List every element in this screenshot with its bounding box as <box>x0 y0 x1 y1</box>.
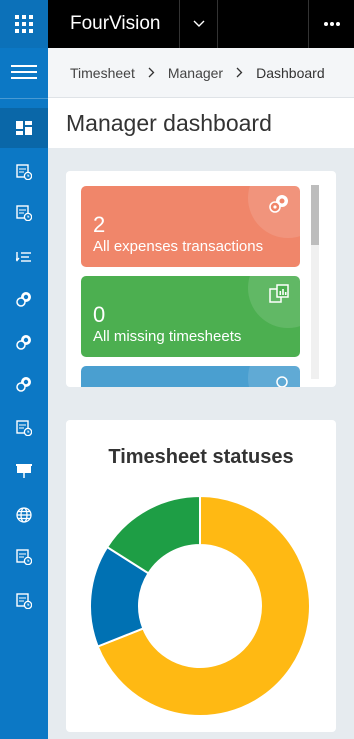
hamburger-icon <box>11 65 37 79</box>
nav-item-timesheet-3[interactable] <box>0 408 48 448</box>
nav-item-expenses-2[interactable] <box>0 322 48 362</box>
breadcrumb-item-manager[interactable]: Manager <box>168 65 223 81</box>
breadcrumb-item-timesheet[interactable]: Timesheet <box>70 65 135 81</box>
page-header: Manager dashboard <box>48 98 354 148</box>
nav-item-dashboard[interactable] <box>0 108 48 148</box>
sort-lines-icon <box>16 252 31 262</box>
tile-label: All missing timesheets <box>93 328 242 345</box>
top-bar: FourVision <box>48 0 354 48</box>
tile-missing-timesheets[interactable]: 0 All missing timesheets <box>81 276 300 357</box>
company-picker[interactable]: FourVision <box>48 0 218 48</box>
nav-item-timesheet-1[interactable] <box>0 152 48 192</box>
dashboard-icon <box>16 121 32 135</box>
top-bar-spacer <box>218 0 308 48</box>
tile-partial[interactable] <box>81 366 300 387</box>
coins-icon <box>16 335 31 350</box>
expense-coins-icon <box>269 195 288 213</box>
tile-label: All expenses transactions <box>93 238 264 255</box>
nav-item-timesheet-5[interactable] <box>0 581 48 621</box>
more-horizontal-icon <box>323 22 340 26</box>
nav-item-globe[interactable] <box>0 495 48 535</box>
timesheet-clock-icon <box>16 205 32 221</box>
tile-expenses-transactions[interactable]: 2 All expenses transactions <box>81 186 300 267</box>
company-name: FourVision <box>70 13 161 34</box>
chevron-right-icon <box>236 65 243 81</box>
app-launcher-button[interactable] <box>0 0 48 48</box>
nav-item-timesheet-2[interactable] <box>0 193 48 233</box>
nav-item-presentation[interactable] <box>0 451 48 491</box>
coins-icon <box>16 292 31 307</box>
rail-divider <box>0 98 48 99</box>
timesheet-clock-icon <box>16 164 32 180</box>
nav-item-expenses-3[interactable] <box>0 364 48 404</box>
summary-tiles-card: 2 All expenses transactions 0 All missin… <box>66 171 336 387</box>
timesheet-clock-icon <box>16 549 32 565</box>
timesheet-chart-icon <box>269 284 289 303</box>
breadcrumb: Timesheet Manager Dashboard <box>48 48 354 98</box>
tile-count: 2 <box>93 212 106 237</box>
nav-item-expenses-1[interactable] <box>0 279 48 319</box>
nav-item-sort[interactable] <box>0 237 48 277</box>
timesheet-statuses-donut-chart <box>89 494 311 717</box>
globe-icon <box>16 507 32 523</box>
timesheet-clock-icon <box>16 420 32 436</box>
timesheet-statuses-card: Timesheet statuses <box>66 420 336 732</box>
breadcrumb-item-dashboard: Dashboard <box>256 64 325 81</box>
waffle-icon <box>15 15 33 33</box>
timesheet-clock-icon <box>16 593 32 609</box>
tile-count: 0 <box>93 302 106 327</box>
presentation-icon <box>16 464 32 478</box>
tiles-scrollbar[interactable] <box>311 185 319 379</box>
company-dropdown-button[interactable] <box>179 0 217 48</box>
page-title: Manager dashboard <box>66 109 272 136</box>
left-navigation-rail <box>0 0 48 739</box>
scrollbar-thumb[interactable] <box>311 185 319 245</box>
nav-menu-toggle-button[interactable] <box>0 52 48 92</box>
chevron-down-icon <box>193 20 204 27</box>
more-options-button[interactable] <box>308 0 354 48</box>
nav-item-timesheet-4[interactable] <box>0 537 48 577</box>
chevron-right-icon <box>148 65 155 81</box>
tile-icon <box>276 376 288 387</box>
coins-icon <box>16 377 31 392</box>
chart-title: Timesheet statuses <box>108 446 294 468</box>
